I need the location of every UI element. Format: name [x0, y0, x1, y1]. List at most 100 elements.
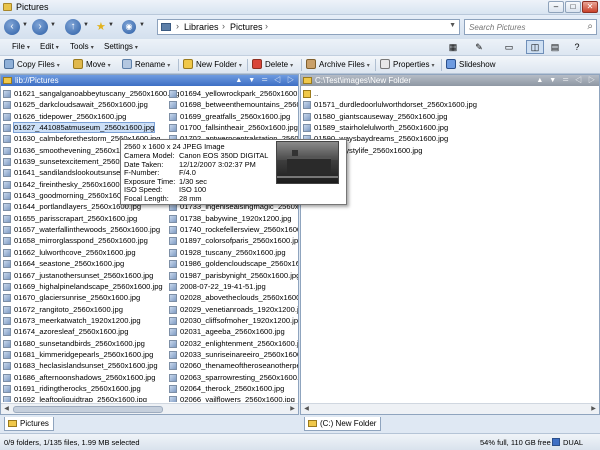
file-item[interactable]: 01681_kimmeridgepearls_2560x1600.jpg [1, 349, 167, 360]
address-bar[interactable]: › Libraries › Pictures › ▼ [157, 19, 460, 35]
up-arrow-icon[interactable]: ↑ [65, 19, 81, 35]
network-chevron-icon[interactable]: ▼ [139, 22, 145, 28]
left-file-pane[interactable]: lib://Pictures ▲ ▼ ＝ ◁ ▷ 01621_sangalgan… [0, 74, 299, 415]
file-item[interactable]: 01674_azoresleaf_2560x1600.jpg [1, 326, 167, 337]
pane-header-buttons[interactable]: ▲ ▼ ＝ ◁ ▷ [235, 75, 296, 86]
file-item[interactable]: 01670_glaciersunrise_2560x1600.jpg [1, 292, 167, 303]
file-item[interactable]: 01621_sangalganoabbeytuscany_2560x1600.j… [1, 88, 180, 99]
file-item[interactable]: 01571_durdledoorlulworthdorset_2560x1600… [301, 99, 591, 110]
tree-pane-icon[interactable]: ▤ [546, 40, 564, 54]
edit-pencil-icon[interactable]: ✎ [470, 40, 488, 54]
file-item[interactable]: 01673_meerkatwatch_1920x1200.jpg [1, 315, 167, 326]
file-item[interactable]: 01897_colorsofparis_2560x1600.jpg [167, 235, 298, 246]
menu-edit[interactable]: Edit ▾ [40, 42, 59, 51]
file-item[interactable]: 02066_vailflowers_2560x1600.jpg [167, 394, 298, 402]
file-item[interactable]: 01987_parisbynight_2560x1600.jpg [167, 270, 298, 281]
file-item[interactable]: 01667_justanothersunset_2560x1600.jpg [1, 270, 167, 281]
file-item[interactable]: 02031_ageeba_2560x1600.jpg [167, 326, 298, 337]
file-item[interactable]: 2008-07-22_19-41-51.jpg [167, 281, 298, 292]
file-item[interactable]: 01692_leaftopliquidtrap_2560x1600.jpg [1, 394, 167, 402]
file-item[interactable]: 02030_cliffsofmoher_1920x1200.jpg [167, 315, 298, 326]
forward-arrow-icon[interactable]: › [32, 19, 48, 35]
favorites-star-icon[interactable]: ★ [96, 20, 106, 33]
breadcrumb-pictures[interactable]: Pictures [230, 22, 263, 32]
file-item[interactable]: 01691_ridingtherocks_2560x1600.jpg [1, 383, 167, 394]
address-dropdown-chevron-icon[interactable]: ▼ [449, 22, 456, 29]
file-item[interactable]: 02033_sunriseinareeiro_2560x1600.jpg [167, 349, 298, 360]
properties-button[interactable]: Properties ▾ [380, 58, 434, 72]
copy-files-button[interactable]: Copy Files ▾ [4, 58, 60, 72]
menu-tools[interactable]: Tools ▾ [70, 42, 94, 51]
file-item[interactable]: 01683_heclasislandsunset_2560x1600.jpg [1, 360, 167, 371]
scroll-left-icon[interactable]: ◀ [2, 405, 11, 414]
file-item[interactable]: 01626_tidepower_2560x1600.jpg [1, 111, 167, 122]
tab-new-folder[interactable]: (C:) New Folder [304, 417, 382, 431]
right-file-pane[interactable]: C:\Test\images\New Folder ▲ ▼ ＝ ◁ ▷ .. 01… [300, 74, 600, 415]
file-item[interactable]: 01680_sunsetandbirds_2560x1600.jpg [1, 338, 167, 349]
file-item[interactable]: 01655_parisscrapart_2560x1600.jpg [1, 213, 167, 224]
file-item[interactable]: 01686_afternoonshadows_2560x1600.jpg [1, 372, 167, 383]
file-item[interactable]: 01698_betweenthemountains_2560x1600.jpg [167, 99, 298, 110]
search-icon[interactable]: ⌕ [587, 21, 593, 32]
favorites-chevron-icon[interactable]: ▼ [108, 22, 114, 28]
breadcrumb-libraries[interactable]: Libraries [184, 22, 219, 32]
file-item[interactable]: 01699_greatfalls_2560x1600.jpg [167, 111, 298, 122]
file-item[interactable]: 01580_giantscauseway_2560x1600.jpg [301, 111, 591, 122]
scroll-right-icon[interactable]: ▶ [589, 405, 598, 414]
right-horizontal-scrollbar[interactable]: ◀ ▶ [301, 403, 599, 414]
file-item[interactable]: 02060_thenameoftheroseanotherpers [167, 360, 298, 371]
file-item[interactable]: 01986_goldencloudscape_2560x1600.jpg [167, 258, 298, 269]
new-folder-button[interactable]: New Folder ▾ [183, 58, 242, 72]
file-item[interactable]: 01694_yellowrockpark_2560x1600.jpg [167, 88, 298, 99]
file-item[interactable]: 01740_rockefellersview_2560x1600.jpg [167, 224, 298, 235]
file-item[interactable]: .. [301, 88, 591, 99]
close-button[interactable]: ✕ [582, 1, 598, 13]
file-item[interactable]: 02029_venetianroads_1920x1200.jpg [167, 304, 298, 315]
archive-files-button[interactable]: Archive Files ▾ [306, 58, 370, 72]
scroll-left-icon[interactable]: ◀ [302, 405, 311, 414]
help-icon[interactable]: ? [568, 40, 586, 54]
file-item[interactable]: 01672_rangitoto_2560x1600.jpg [1, 304, 167, 315]
pane-mode[interactable]: DUAL [563, 438, 583, 447]
up-history-chevron-icon[interactable]: ▼ [83, 22, 89, 28]
rename-button[interactable]: Rename ▾ [122, 58, 170, 72]
search-input[interactable] [469, 21, 584, 34]
file-item[interactable]: 01662_lulworthcove_2560x1600.jpg [1, 247, 167, 258]
search-box[interactable]: ⌕ [464, 19, 597, 35]
network-globe-icon[interactable]: ◉ [122, 20, 136, 34]
pane-header-buttons[interactable]: ▲ ▼ ＝ ◁ ▷ [536, 75, 597, 86]
minimize-button[interactable]: – [548, 1, 564, 13]
slideshow-button[interactable]: Slideshow [446, 58, 495, 72]
forward-history-chevron-icon[interactable]: ▼ [50, 22, 56, 28]
file-item[interactable]: 01627_441085atmuseum_2560x1600.jpg [1, 122, 167, 134]
back-arrow-icon[interactable]: ‹ [4, 19, 20, 35]
file-item[interactable]: 01664_seastone_2560x1600.jpg [1, 258, 167, 269]
file-item[interactable]: 01625_darkcloudsawait_2560x1600.jpg [1, 99, 167, 110]
file-item[interactable]: 01669_highalpinelandscape_2560x1600.jpg [1, 281, 167, 292]
file-item[interactable]: 02064_therock_2560x1600.jpg [167, 383, 298, 394]
maximize-button[interactable]: □ [565, 1, 581, 13]
file-item[interactable]: 01657_waterfallinthewoods_2560x1600.jpg [1, 224, 167, 235]
image-file-icon [3, 135, 11, 144]
file-item[interactable]: 01589_stairholelulworth_2560x1600.jpg [301, 122, 591, 133]
file-item[interactable]: 02032_enlightenment_2560x1600.jpg [167, 338, 298, 349]
menu-file[interactable]: File ▾ [12, 42, 30, 51]
move-button[interactable]: Move ▾ [73, 58, 111, 72]
menu-settings[interactable]: Settings ▾ [104, 42, 138, 51]
file-item[interactable]: 01928_tuscany_2560x1600.jpg [167, 247, 298, 258]
image-file-icon [169, 214, 177, 223]
file-item[interactable]: 01700_fallsintheair_2560x1600.jpg [167, 122, 298, 133]
delete-button[interactable]: Delete ▾ [252, 58, 293, 72]
scrollbar-thumb[interactable] [13, 406, 163, 413]
back-history-chevron-icon[interactable]: ▼ [22, 22, 28, 28]
file-item[interactable]: 01658_mirrorglasspond_2560x1600.jpg [1, 235, 167, 246]
file-item[interactable]: 02028_abovetheclouds_2560x1600.jpg [167, 292, 298, 303]
dual-pane-icon[interactable]: ◫ [526, 40, 544, 54]
view-mode-icon[interactable]: ▦ [444, 40, 462, 54]
single-pane-icon[interactable]: ▭ [500, 40, 518, 54]
file-item[interactable]: 02063_sparrowresting_2560x1600.jpg [167, 372, 298, 383]
left-horizontal-scrollbar[interactable]: ◀ ▶ [1, 403, 298, 414]
scroll-right-icon[interactable]: ▶ [288, 405, 297, 414]
tab-pictures[interactable]: Pictures [4, 417, 54, 431]
file-item[interactable]: 01738_babywine_1920x1200.jpg [167, 213, 298, 224]
